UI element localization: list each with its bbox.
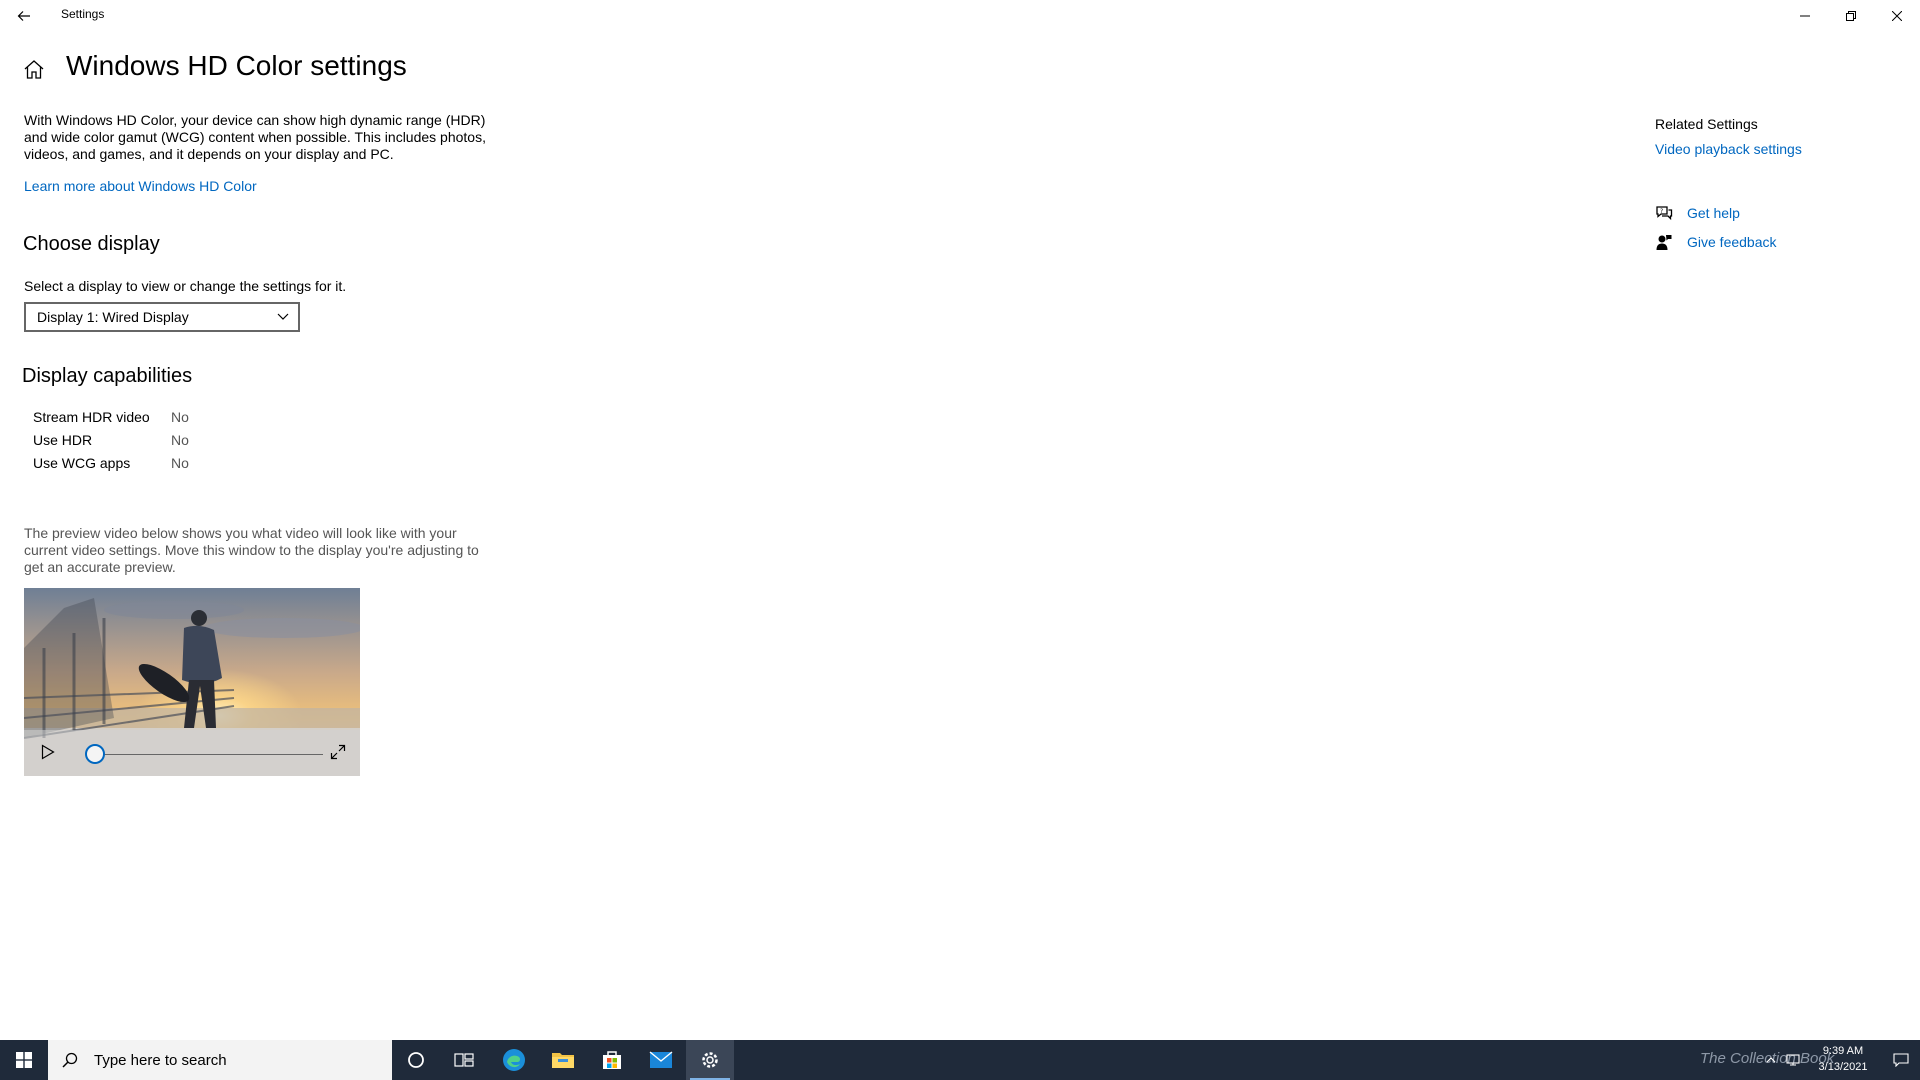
search-icon bbox=[62, 1052, 78, 1068]
task-view-button[interactable] bbox=[440, 1040, 488, 1080]
folder-icon bbox=[552, 1053, 574, 1068]
intro-description: With Windows HD Color, your device can s… bbox=[24, 112, 486, 162]
mail-button[interactable] bbox=[637, 1040, 685, 1080]
restore-icon bbox=[1846, 11, 1856, 21]
cortana-button[interactable] bbox=[392, 1040, 440, 1080]
app-title: Settings bbox=[61, 7, 105, 21]
start-button[interactable] bbox=[0, 1040, 48, 1080]
settings-taskbar-button[interactable] bbox=[686, 1040, 734, 1080]
display-dropdown[interactable]: Display 1: Wired Display bbox=[24, 302, 300, 332]
network-button[interactable] bbox=[1782, 1040, 1804, 1080]
clock-time: 9:39 AM bbox=[1822, 1045, 1864, 1057]
page-title: Windows HD Color settings bbox=[66, 50, 407, 81]
capability-value: No bbox=[171, 455, 189, 471]
edge-button[interactable] bbox=[490, 1040, 538, 1080]
video-playback-settings-link[interactable]: Video playback settings bbox=[1655, 141, 1802, 157]
store-button[interactable] bbox=[588, 1040, 636, 1080]
windows-logo-icon bbox=[16, 1052, 32, 1068]
store-bag-icon bbox=[603, 1051, 621, 1069]
notification-icon bbox=[1893, 1053, 1909, 1067]
feedback-person-icon bbox=[1656, 235, 1672, 250]
capability-value: No bbox=[171, 432, 189, 448]
get-help-label: Get help bbox=[1687, 205, 1740, 221]
clock[interactable]: 9:39 AM 3/13/2021 bbox=[1813, 1043, 1873, 1075]
mail-icon bbox=[649, 1051, 673, 1068]
video-controls bbox=[24, 730, 360, 776]
home-icon bbox=[24, 60, 44, 79]
minimize-button[interactable] bbox=[1782, 0, 1828, 32]
chevron-down-icon bbox=[277, 313, 289, 320]
svg-text:?: ? bbox=[1660, 208, 1663, 215]
capability-row: Stream HDR video No bbox=[33, 409, 189, 431]
title-bar: Settings bbox=[0, 0, 1920, 32]
chat-help-icon: ? bbox=[1656, 206, 1673, 221]
play-button[interactable] bbox=[34, 738, 62, 766]
clock-date: 3/13/2021 bbox=[1818, 1061, 1868, 1073]
task-view-icon bbox=[454, 1053, 474, 1067]
capability-row: Use WCG apps No bbox=[33, 455, 189, 477]
seek-thumb[interactable] bbox=[85, 744, 105, 764]
action-center-button[interactable] bbox=[1882, 1040, 1920, 1080]
taskbar: Type here to search The Collection Book … bbox=[0, 1040, 1920, 1080]
system-tray: The Collection Book 9:39 AM 3/13/2021 bbox=[1700, 1040, 1920, 1080]
get-help-link[interactable]: ? Get help bbox=[1655, 204, 1740, 222]
capability-label: Use HDR bbox=[33, 432, 93, 448]
search-placeholder: Type here to search bbox=[94, 1051, 227, 1069]
capability-label: Use WCG apps bbox=[33, 455, 131, 471]
preview-video-player[interactable] bbox=[24, 588, 360, 776]
file-explorer-button[interactable] bbox=[539, 1040, 587, 1080]
edge-icon bbox=[503, 1049, 525, 1071]
choose-display-heading: Choose display bbox=[23, 233, 160, 255]
tray-chevron-button[interactable] bbox=[1760, 1040, 1782, 1080]
capability-row: Use HDR No bbox=[33, 432, 189, 454]
restore-button[interactable] bbox=[1828, 0, 1874, 32]
capability-value: No bbox=[171, 409, 189, 425]
close-button[interactable] bbox=[1874, 0, 1920, 32]
cortana-circle-icon bbox=[408, 1052, 424, 1068]
chevron-up-icon bbox=[1766, 1057, 1776, 1063]
gear-icon bbox=[702, 1052, 718, 1068]
display-dropdown-value: Display 1: Wired Display bbox=[37, 309, 189, 325]
fullscreen-button[interactable] bbox=[324, 738, 352, 766]
taskbar-search-box[interactable]: Type here to search bbox=[48, 1040, 392, 1080]
preview-description: The preview video below shows you what v… bbox=[24, 525, 479, 575]
minimize-icon bbox=[1800, 15, 1810, 17]
back-arrow-icon bbox=[17, 11, 30, 21]
capability-label: Stream HDR video bbox=[33, 409, 150, 425]
seek-track[interactable] bbox=[95, 754, 323, 755]
related-settings-heading: Related Settings bbox=[1655, 116, 1758, 132]
learn-more-link[interactable]: Learn more about Windows HD Color bbox=[24, 178, 257, 194]
back-button[interactable] bbox=[8, 0, 40, 32]
give-feedback-link[interactable]: Give feedback bbox=[1655, 233, 1777, 251]
capabilities-heading: Display capabilities bbox=[22, 365, 193, 387]
close-icon bbox=[1892, 11, 1902, 21]
home-button[interactable] bbox=[22, 58, 46, 82]
network-icon bbox=[1786, 1054, 1800, 1066]
play-icon bbox=[41, 744, 55, 760]
fullscreen-icon bbox=[330, 744, 346, 760]
give-feedback-label: Give feedback bbox=[1687, 234, 1777, 250]
choose-display-label: Select a display to view or change the s… bbox=[24, 278, 347, 294]
